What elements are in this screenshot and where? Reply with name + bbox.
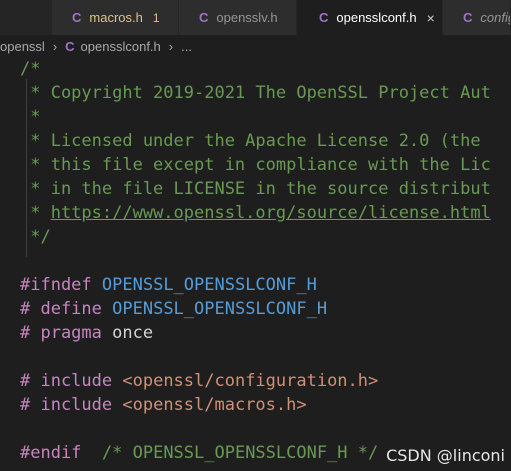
code-line: # define OPENSSL_OPENSSLCONF_H <box>20 297 327 321</box>
license-url-link[interactable]: https://www.openssl.org/source/license.h… <box>51 203 491 223</box>
tab-label: opensslconf.h <box>336 10 417 25</box>
c-file-icon: C <box>65 38 75 54</box>
code-line: * this file except in compliance with th… <box>20 155 491 175</box>
code-line: #endif /* OPENSSL_OPENSSLCONF_H */ <box>20 441 378 465</box>
breadcrumb-folder[interactable]: openssl <box>0 39 45 54</box>
code-line: # include <openssl/configuration.h> <box>20 369 378 393</box>
c-file-icon: C <box>463 10 473 25</box>
include-path: <openssl/macros.h> <box>122 395 307 415</box>
breadcrumb: openssl › C opensslconf.h › ... <box>0 35 511 57</box>
code-line: * Copyright 2019-2021 The OpenSSL Projec… <box>20 83 491 103</box>
code-line: # pragma once <box>20 321 153 345</box>
watermark: CSDN @linconi <box>386 446 505 465</box>
preprocessor-keyword: #ifndef <box>20 275 92 295</box>
tab-label: macros.h <box>89 10 143 25</box>
code-line: /* <box>20 59 41 79</box>
breadcrumb-file[interactable]: opensslconf.h <box>81 39 161 54</box>
editor-tab-bar: C macros.h 1 C opensslv.h C opensslconf.… <box>0 0 511 35</box>
preprocessor-keyword: #endif <box>20 443 82 463</box>
chevron-right-icon: › <box>168 38 174 54</box>
pragma-value: once <box>112 323 154 343</box>
code-line: */ <box>20 227 51 247</box>
preprocessor-keyword: # include <box>20 371 113 391</box>
preprocessor-keyword: # include <box>20 395 113 415</box>
code-line: * Licensed under the Apache License 2.0 … <box>20 131 481 151</box>
preprocessor-keyword: # pragma <box>20 323 102 343</box>
breadcrumb-symbols[interactable]: ... <box>181 39 192 54</box>
code-line: # include <openssl/macros.h> <box>20 393 307 417</box>
include-path: <openssl/configuration.h> <box>122 371 379 391</box>
code-line: * https://www.openssl.org/source/license… <box>20 201 491 225</box>
macro-name: OPENSSL_OPENSSLCONF_H <box>101 275 317 295</box>
code-editor[interactable]: /* * Copyright 2019-2021 The OpenSSL Pro… <box>0 57 511 471</box>
preprocessor-keyword: # define <box>20 299 102 319</box>
c-file-icon: C <box>199 10 209 25</box>
chevron-right-icon: › <box>52 38 58 54</box>
c-file-icon: C <box>72 10 82 25</box>
code-line: * in the file LICENSE in the source dist… <box>20 179 491 199</box>
problem-count-badge: 1 <box>152 10 160 25</box>
endif-comment: /* OPENSSL_OPENSSLCONF_H */ <box>101 443 379 463</box>
code-line: * <box>20 107 41 127</box>
code-line: #ifndef OPENSSL_OPENSSLCONF_H <box>20 273 317 297</box>
tab-configuration-h[interactable]: C configu <box>443 0 511 35</box>
close-tab-icon[interactable]: × <box>427 10 435 26</box>
tab-opensslconf-h[interactable]: C opensslconf.h × <box>297 0 443 35</box>
tab-macros-h[interactable]: C macros.h 1 <box>52 0 179 35</box>
tab-label: configu <box>480 10 510 25</box>
tab-opensslv-h[interactable]: C opensslv.h <box>179 0 297 35</box>
comment-prefix: * <box>20 203 51 223</box>
c-file-icon: C <box>319 10 329 25</box>
macro-name: OPENSSL_OPENSSLCONF_H <box>112 299 328 319</box>
tab-label: opensslv.h <box>216 10 278 25</box>
